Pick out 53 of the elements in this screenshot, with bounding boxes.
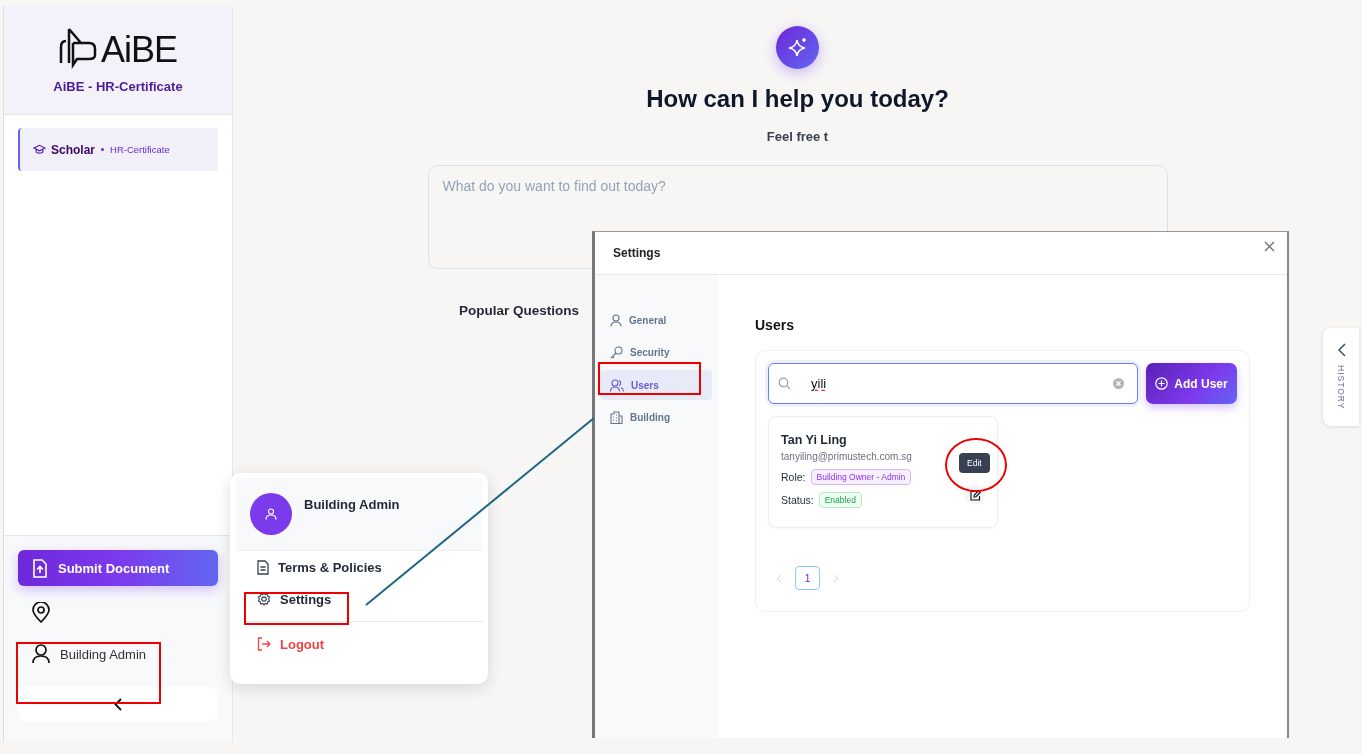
- menu-item[interactable]: Settings: [236, 583, 482, 615]
- role-label: Role:: [781, 471, 806, 483]
- chevron-left-icon: [114, 697, 122, 711]
- users-icon: [610, 378, 624, 392]
- settings-icon: [257, 592, 271, 606]
- welcome-heading: How can I help you today?: [646, 85, 949, 113]
- avatar-icon: [250, 493, 292, 535]
- graduation-cap-icon: [33, 144, 46, 155]
- status-tag: Enabled: [818, 492, 862, 508]
- logout-icon: [257, 637, 271, 651]
- collapse-button[interactable]: [18, 687, 218, 721]
- page-button[interactable]: 1: [795, 566, 820, 590]
- file-upload-icon: [32, 558, 48, 578]
- status-label: Status:: [781, 494, 814, 506]
- settings-nav-item[interactable]: Building: [600, 402, 712, 433]
- menu-item[interactable]: Logout: [236, 628, 482, 660]
- user-name: Building Admin: [304, 497, 400, 512]
- key-icon: [610, 346, 623, 359]
- user-icon: [32, 644, 50, 664]
- menu-item[interactable]: Terms & Policies: [236, 551, 482, 583]
- search-icon: [778, 377, 791, 390]
- history-tab[interactable]: HISTORY: [1323, 328, 1359, 426]
- app-subtitle: AiBE - HR-Certificate: [53, 78, 183, 94]
- chevron-left-icon: [1336, 343, 1346, 357]
- role-tag: Building Owner - Admin: [810, 469, 912, 485]
- separator-dot: [101, 148, 104, 151]
- plus-circle-icon: [1155, 377, 1169, 390]
- document-icon: [257, 559, 269, 575]
- search-field[interactable]: yili: [768, 363, 1138, 404]
- user-name: Tan Yi Ling: [781, 433, 848, 447]
- close-icon[interactable]: [1264, 241, 1275, 252]
- edit-icon: [969, 489, 981, 501]
- user-icon: [610, 313, 622, 327]
- user-email: tanyiling@primustech.com.sg: [781, 451, 913, 462]
- welcome-subheading: Feel free t: [766, 129, 829, 144]
- edit-button[interactable]: [965, 485, 985, 505]
- settings-nav-item[interactable]: Security: [600, 337, 712, 368]
- settings-nav-item[interactable]: Users: [600, 370, 712, 400]
- settings-nav-item[interactable]: General: [600, 305, 712, 335]
- tooltip: Edit: [959, 453, 990, 473]
- logo-text: AiBE: [100, 30, 177, 69]
- user-menu-button[interactable]: Building Admin: [18, 623, 218, 671]
- submit-document-button[interactable]: Submit Document: [18, 550, 218, 586]
- location-pin-icon[interactable]: [32, 602, 50, 623]
- annotation-ellipse: [945, 438, 1007, 492]
- add-user-button[interactable]: Add User: [1146, 363, 1237, 404]
- popular-questions-title: Popular Questions: [459, 303, 580, 318]
- workspace-item[interactable]: Scholar HR-Certificate: [18, 128, 218, 171]
- dialog-title: Settings: [613, 246, 661, 260]
- sparkle-icon: [776, 26, 819, 69]
- section-title: Users: [755, 317, 795, 333]
- building-icon: [610, 411, 623, 424]
- building-chat-icon: [58, 26, 99, 69]
